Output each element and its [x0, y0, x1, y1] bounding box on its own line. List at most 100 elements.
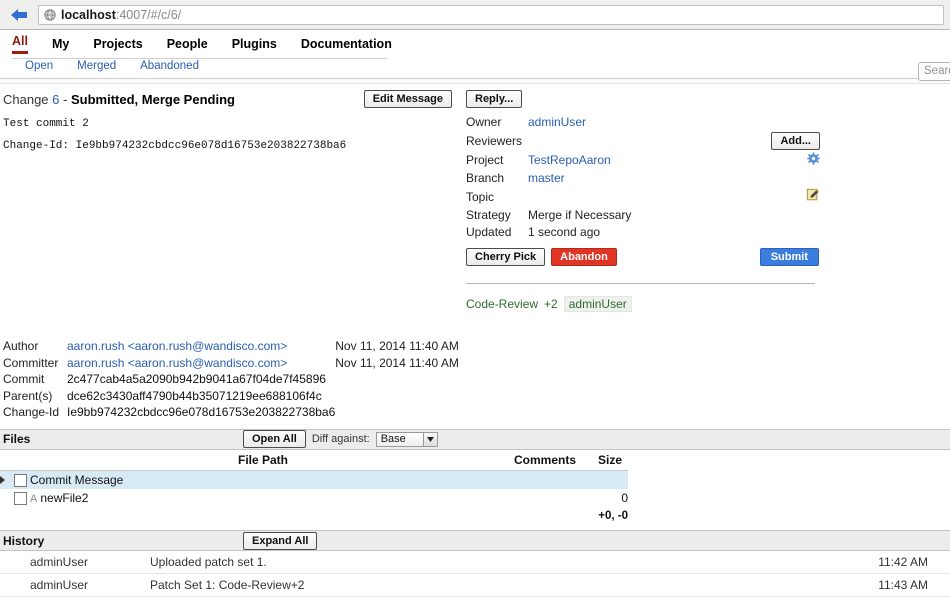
change-info-panel: Reply... Owner adminUser Reviewers Add..…: [460, 90, 820, 312]
back-button[interactable]: [6, 3, 32, 27]
back-arrow-icon: [11, 8, 27, 21]
info-row-owner: Owner adminUser: [466, 114, 820, 131]
meta-label-parents: Parent(s): [3, 388, 53, 403]
edit-pencil-icon[interactable]: [806, 188, 820, 205]
info-label-strategy: Strategy: [466, 208, 511, 222]
change-number[interactable]: 6: [52, 92, 59, 107]
sub-tab-merged[interactable]: Merged: [77, 60, 116, 72]
meta-value-committer[interactable]: aaron.rush <aaron.rush@wandisco.com>: [67, 356, 335, 373]
table-row[interactable]: Commit Message: [0, 470, 628, 489]
change-dash: -: [63, 91, 68, 107]
globe-icon: [44, 8, 56, 21]
list-item[interactable]: adminUser Patch Set 1: Code-Review+2 11:…: [0, 573, 950, 597]
approval-summary: Code-Review +2 adminUser: [466, 296, 820, 312]
address-bar[interactable]: localhost:4007/#/c/6/: [38, 4, 944, 25]
owner-value[interactable]: adminUser: [528, 115, 586, 129]
triangle-right-icon: [0, 475, 5, 484]
tab-my[interactable]: My: [52, 37, 69, 54]
meta-label-committer: Committer: [3, 355, 59, 370]
project-value[interactable]: TestRepoAaron: [528, 153, 611, 167]
meta-label-changeid: Change-Id: [3, 405, 60, 419]
meta-label-commit: Commit: [3, 372, 45, 386]
tab-plugins[interactable]: Plugins: [232, 37, 277, 54]
commit-subject: Test commit 2: [3, 118, 89, 130]
meta-value-author[interactable]: aaron.rush <aaron.rush@wandisco.com>: [67, 339, 335, 356]
sub-tab-open[interactable]: Open: [25, 60, 53, 72]
updated-value: 1 second ago: [528, 225, 601, 239]
column-file-path: File Path: [30, 450, 496, 471]
file-comments-value: [496, 470, 584, 489]
info-label-owner: Owner: [466, 115, 502, 129]
files-table-header: File Path Comments Size: [0, 450, 628, 471]
info-row-branch: Branch master: [466, 170, 820, 187]
approval-label: Code-Review: [466, 297, 539, 311]
change-title: Change 6 - Submitted, Merge Pending: [3, 92, 235, 107]
tab-people[interactable]: People: [167, 37, 208, 54]
reply-button[interactable]: Reply...: [466, 90, 523, 108]
diff-against-select[interactable]: Base: [375, 431, 438, 447]
file-size-value: 0: [621, 490, 628, 505]
url-host: localhost: [61, 7, 116, 22]
info-row-reviewers: Reviewers Add...: [466, 131, 820, 151]
history-time: 11:43 AM: [696, 573, 950, 597]
meta-value-parents: dce62c3430aff4790b44b35071219ee688106f4c: [67, 388, 322, 403]
expand-all-button[interactable]: Expand All: [243, 531, 318, 550]
nav-divider: [12, 58, 387, 59]
files-title: Files: [3, 432, 31, 446]
history-table: adminUser Uploaded patch set 1. 11:42 AM…: [0, 551, 950, 597]
file-path-value[interactable]: newFile2: [40, 491, 88, 505]
commit-metadata-table: Author aaron.rush <aaron.rush@wandisco.c…: [3, 339, 459, 422]
info-label-topic: Topic: [466, 189, 495, 204]
tab-documentation[interactable]: Documentation: [301, 37, 392, 54]
main-nav-tabs: All My Projects People Plugins Documenta…: [0, 30, 950, 54]
history-toolbar: Expand All: [243, 531, 318, 550]
change-status: Submitted, Merge Pending: [71, 91, 235, 107]
abandon-button[interactable]: Abandon: [551, 248, 617, 266]
column-size: Size: [584, 450, 628, 471]
row-checkbox[interactable]: [14, 492, 27, 506]
add-reviewer-button[interactable]: Add...: [771, 132, 820, 150]
history-message: Patch Set 1: Code-Review+2: [150, 573, 697, 597]
files-section-bar: Files Open All Diff against: Base: [0, 428, 950, 450]
open-all-button[interactable]: Open All: [243, 430, 306, 448]
meta-date-committer: Nov 11, 2014 11:40 AM: [335, 355, 459, 370]
strategy-value: Merge if Necessary: [528, 208, 632, 222]
tab-projects[interactable]: Projects: [93, 37, 142, 54]
branch-value[interactable]: master: [528, 171, 565, 185]
file-path-value[interactable]: Commit Message: [30, 470, 496, 489]
commit-change-id-line: Change-Id: Ie9bb974232cbdcc96e078d16753e…: [3, 140, 347, 152]
tab-all[interactable]: All: [12, 34, 28, 54]
edit-message-button[interactable]: Edit Message: [363, 90, 452, 108]
search-input[interactable]: Search: [918, 62, 950, 81]
files-toolbar: Open All Diff against: Base: [243, 430, 438, 448]
info-label-updated: Updated: [466, 225, 512, 239]
address-bar-text: localhost:4007/#/c/6/: [61, 8, 181, 22]
info-row-topic: Topic: [466, 187, 820, 207]
info-row-project: Project TestRepoAaron: [466, 151, 820, 170]
submit-button[interactable]: Submit: [759, 248, 819, 266]
files-totals-value: +0, -0: [598, 510, 628, 523]
meta-value-commit: 2c477cab4a5a2090b942b9041a67f04de7f45896: [67, 372, 326, 386]
meta-label-author: Author: [3, 339, 39, 353]
row-expander[interactable]: [0, 470, 14, 489]
meta-date-author: Nov 11, 2014 11:40 AM: [335, 339, 459, 353]
diff-against-value: Base: [380, 433, 406, 445]
file-comments-value: [496, 489, 584, 507]
file-status-flag: A: [30, 492, 38, 505]
row-checkbox[interactable]: [14, 473, 27, 487]
topic-value: [528, 187, 771, 207]
change-info-table: Owner adminUser Reviewers Add... Project…: [466, 114, 820, 241]
history-title: History: [3, 533, 45, 548]
cherry-pick-button[interactable]: Cherry Pick: [466, 248, 546, 266]
meta-row-commit: Commit 2c477cab4a5a2090b942b9041a67f04de…: [3, 372, 459, 389]
change-left-column: Change 6 - Submitted, Merge Pending Edit…: [0, 90, 460, 312]
diff-against-label: Diff against:: [311, 433, 370, 445]
gerrit-header: All My Projects People Plugins Documenta…: [0, 30, 950, 81]
chevron-down-icon: [422, 432, 437, 446]
url-path: :4007/#/c/6/: [115, 7, 182, 22]
list-item[interactable]: adminUser Uploaded patch set 1. 11:42 AM: [0, 551, 950, 575]
commit-message: Test commit 2 Change-Id: Ie9bb974232cbdcc…: [3, 117, 460, 154]
sub-tab-abandoned[interactable]: Abandoned: [140, 60, 199, 72]
table-row[interactable]: AnewFile2 0: [0, 489, 628, 507]
gear-icon[interactable]: [807, 152, 820, 168]
